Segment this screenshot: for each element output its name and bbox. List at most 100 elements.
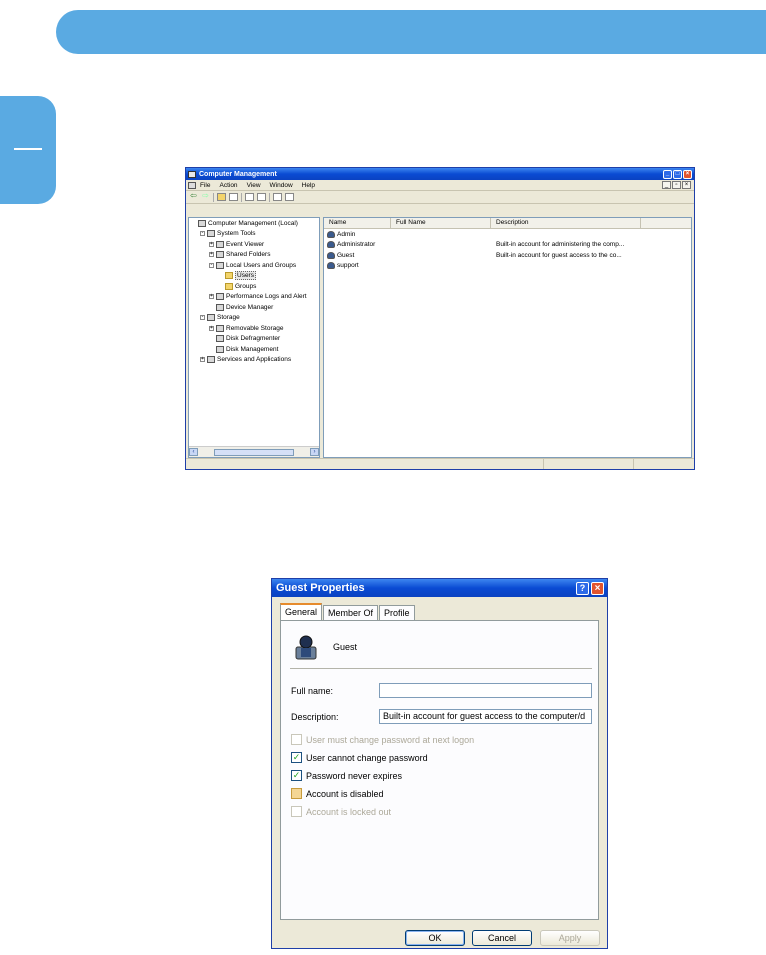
list-item[interactable]: Admin (324, 229, 691, 240)
close-button[interactable]: × (683, 169, 692, 179)
console-tree[interactable]: Computer Management (Local) - System Tools… (188, 217, 320, 458)
menu-view[interactable]: View (247, 182, 261, 189)
tree-item[interactable]: Groups (189, 281, 319, 292)
up-folder-icon[interactable] (217, 193, 226, 201)
user-icon (295, 635, 317, 660)
expand-icon[interactable]: + (200, 357, 205, 363)
tree-item[interactable]: - Local Users and Groups (189, 260, 319, 271)
menu-file[interactable]: File (200, 182, 210, 189)
collapse-icon[interactable]: - (200, 315, 205, 321)
tree-item-label: Disk Management (226, 345, 279, 353)
scroll-right-arrow-icon[interactable]: › (310, 448, 319, 456)
tree-item[interactable]: Device Manager (189, 302, 319, 313)
collapse-icon[interactable]: - (209, 262, 214, 268)
forward-arrow-icon[interactable]: ⇨ (201, 192, 210, 201)
tree-item[interactable]: - System Tools (189, 229, 319, 240)
properties-icon[interactable] (245, 193, 254, 201)
guest-properties-dialog: Guest Properties ? × General Member Of P… (271, 578, 608, 949)
account-disabled-label: Account is disabled (306, 788, 384, 799)
expand-icon[interactable]: + (209, 325, 214, 331)
scroll-left-arrow-icon[interactable]: ‹ (189, 448, 198, 456)
scroll-thumb[interactable] (214, 448, 294, 456)
performance-icon (216, 293, 224, 301)
column-name[interactable]: Name (324, 218, 391, 228)
account-locked-out-checkbox[interactable] (291, 806, 302, 817)
tree-item-label: Users (235, 271, 256, 281)
tree-item-label: Device Manager (226, 303, 274, 311)
status-pane (544, 459, 635, 469)
expand-icon[interactable]: + (209, 252, 214, 258)
description-field[interactable]: Built-in account for guest access to the… (379, 709, 592, 724)
tree-item[interactable]: Computer Management (Local) (189, 218, 319, 229)
list-item[interactable]: support (324, 261, 691, 272)
maximize-button[interactable]: □ (673, 169, 682, 179)
must-change-password-option[interactable]: User must change password at next logon (291, 734, 474, 745)
show-hide-tree-icon[interactable] (229, 193, 238, 201)
toolbar-separator (269, 192, 270, 202)
must-change-password-label: User must change password at next logon (306, 734, 475, 745)
users-list[interactable]: Name Full Name Description Admin Administ… (323, 217, 692, 458)
status-pane (634, 459, 694, 469)
account-locked-out-option[interactable]: Account is locked out (291, 806, 391, 817)
back-arrow-icon[interactable]: ⇦ (189, 192, 198, 201)
mdi-close-button[interactable]: × (682, 181, 691, 189)
action-pane-icon[interactable] (285, 193, 294, 201)
must-change-password-checkbox[interactable] (291, 734, 302, 745)
password-never-expires-option[interactable]: ✓ Password never expires (291, 770, 402, 781)
tree-horizontal-scrollbar[interactable]: ‹ › (189, 446, 319, 457)
menu-action[interactable]: Action (219, 182, 237, 189)
tree-item[interactable]: + Shared Folders (189, 250, 319, 261)
tab-member-of[interactable]: Member Of (323, 605, 379, 620)
general-tab-panel: Guest Full name: Description: Built-in a… (280, 620, 599, 920)
tree-item[interactable]: + Event Viewer (189, 239, 319, 250)
tab-profile[interactable]: Profile (379, 605, 415, 620)
tab-general[interactable]: General (280, 603, 323, 621)
tree-item[interactable]: + Performance Logs and Alert (189, 292, 319, 303)
help-button[interactable]: ? (576, 581, 589, 595)
user-icon (327, 262, 335, 270)
mdi-minimize-button[interactable]: _ (662, 181, 671, 189)
dialog-close-button[interactable]: × (591, 581, 604, 595)
menu-help[interactable]: Help (302, 182, 315, 189)
column-full-name[interactable]: Full Name (391, 218, 491, 228)
tree-item[interactable]: Users (189, 271, 319, 282)
account-disabled-option[interactable]: Account is disabled (291, 788, 384, 799)
cannot-change-password-checkbox[interactable]: ✓ (291, 752, 302, 763)
mdi-restore-button[interactable]: ▫ (672, 181, 681, 189)
full-name-field[interactable] (379, 683, 592, 698)
cannot-change-password-option[interactable]: ✓ User cannot change password (291, 752, 428, 763)
user-description: Built-in account for guest access to the… (496, 251, 622, 259)
tree-item[interactable]: - Storage (189, 313, 319, 324)
apply-button[interactable]: Apply (540, 930, 600, 946)
export-list-icon[interactable] (257, 193, 266, 201)
column-description[interactable]: Description (491, 218, 641, 228)
folder-icon (225, 272, 233, 280)
ok-button[interactable]: OK (405, 930, 465, 946)
folder-icon (225, 282, 233, 290)
tree-item[interactable]: + Removable Storage (189, 323, 319, 334)
password-never-expires-checkbox[interactable]: ✓ (291, 770, 302, 781)
expand-icon[interactable]: + (209, 294, 214, 300)
menu-window[interactable]: Window (270, 182, 293, 189)
tree-item-label: Disk Defragmenter (226, 335, 281, 343)
user-name: Administrator (337, 241, 376, 249)
account-disabled-checkbox[interactable] (291, 788, 302, 799)
tree-item[interactable]: Disk Defragmenter (189, 334, 319, 345)
window-titlebar[interactable]: Computer Management _ □ × (186, 168, 694, 180)
shared-folders-icon (216, 251, 224, 259)
list-item[interactable]: Administrator Built-in account for admini… (324, 240, 691, 251)
expand-icon[interactable]: + (209, 241, 214, 247)
tree-item[interactable]: + Services and Applications (189, 355, 319, 366)
collapse-icon[interactable]: - (200, 231, 205, 237)
list-item[interactable]: Guest Built-in account for guest access t… (324, 250, 691, 261)
dialog-titlebar[interactable]: Guest Properties ? × (272, 579, 607, 597)
cancel-button[interactable]: Cancel (472, 930, 532, 946)
tree-item-label: Local Users and Groups (226, 261, 297, 269)
help-icon[interactable] (273, 193, 282, 201)
disk-management-icon (216, 345, 224, 353)
tree-item[interactable]: Disk Management (189, 344, 319, 355)
computer-management-icon (188, 170, 196, 178)
minimize-button[interactable]: _ (663, 169, 672, 179)
